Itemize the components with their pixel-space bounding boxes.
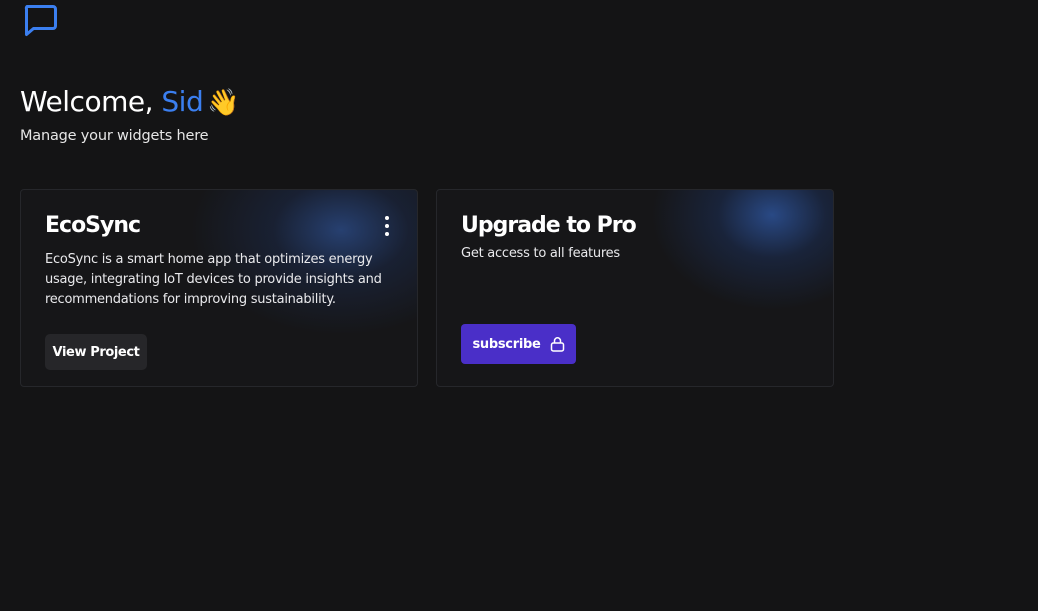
- project-title: EcoSync: [45, 213, 141, 238]
- upgrade-title: Upgrade to Pro: [461, 213, 637, 238]
- more-vertical-icon[interactable]: [383, 216, 391, 236]
- upgrade-card: Upgrade to Pro Get access to all feature…: [436, 189, 834, 387]
- page-subtitle: Manage your widgets here: [20, 128, 209, 144]
- dashboard-page: Welcome, Sid 👋 Manage your widgets here E…: [0, 0, 1038, 611]
- upgrade-description: Get access to all features: [461, 246, 620, 261]
- menu-dot: [385, 216, 389, 220]
- subscribe-label: subscribe: [472, 336, 541, 352]
- subscribe-button[interactable]: subscribe: [461, 324, 576, 364]
- project-description: EcoSync is a smart home app that optimiz…: [45, 252, 382, 307]
- view-project-button[interactable]: View Project: [45, 334, 147, 370]
- menu-dot: [385, 224, 389, 228]
- project-card-ecosync: EcoSync EcoSync is a smart home app that…: [20, 189, 418, 387]
- user-name: Sid: [161, 85, 204, 118]
- welcome-prefix: Welcome,: [20, 85, 162, 118]
- chat-bubble-icon[interactable]: [22, 2, 58, 38]
- menu-dot: [385, 232, 389, 236]
- welcome-heading: Welcome, Sid 👋: [20, 82, 240, 123]
- waving-hand-emoji: 👋: [207, 88, 240, 118]
- lock-icon: [550, 337, 564, 352]
